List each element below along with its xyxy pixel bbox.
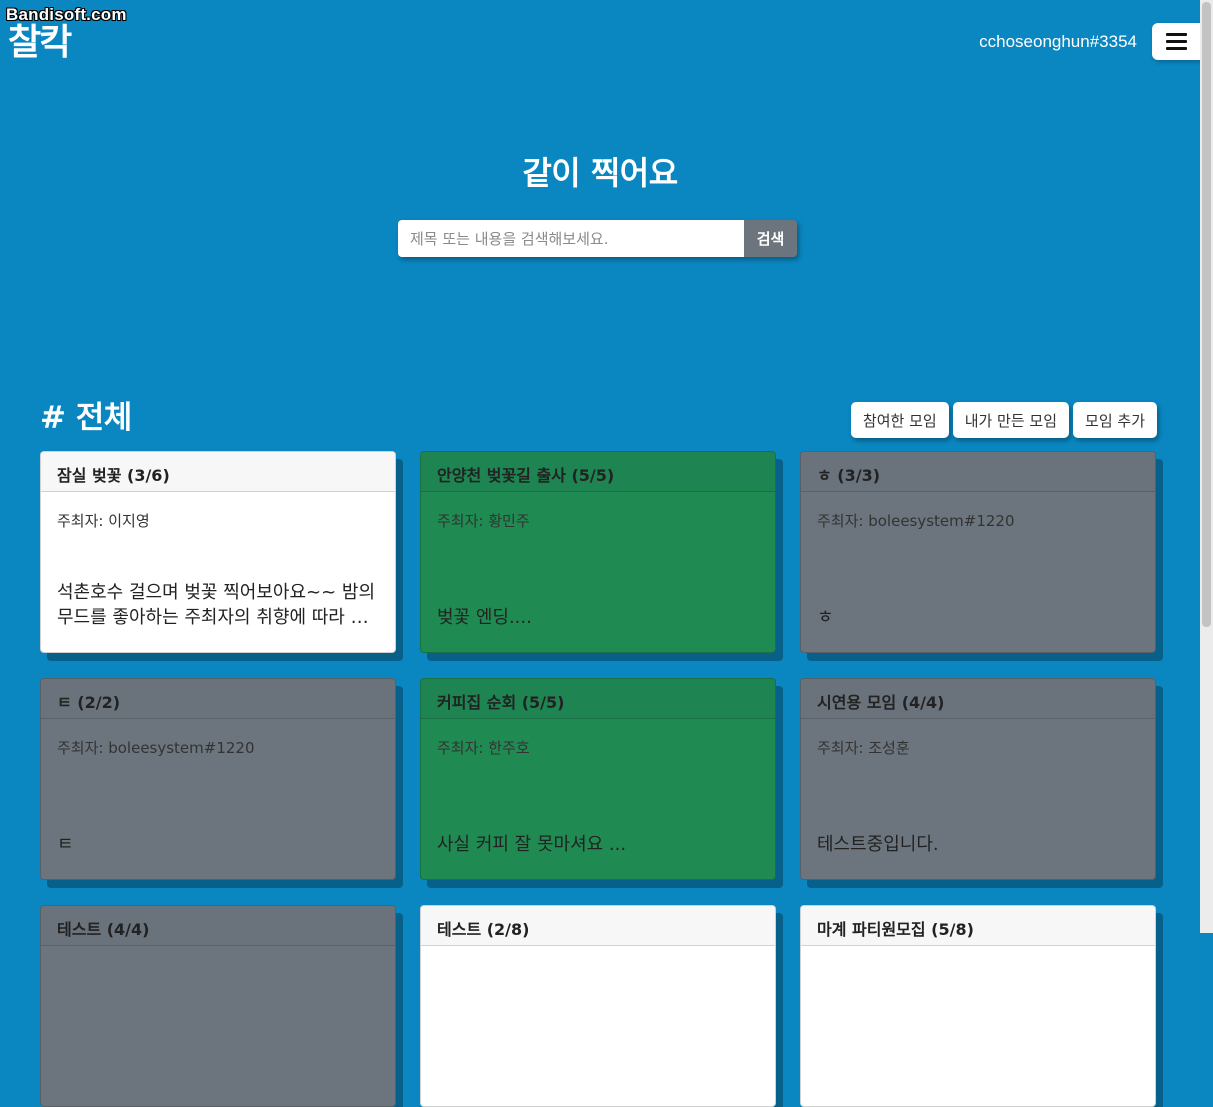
card-body <box>801 946 1155 1106</box>
card-host: 주최자: 황민주 <box>437 512 530 530</box>
card-host: 주최자: boleesystem#1220 <box>57 739 255 757</box>
card-title: 잠실 벚꽃 (3/6) <box>41 452 395 492</box>
card-body <box>421 946 775 1106</box>
group-card[interactable]: 마계 파티원모집 (5/8) <box>800 905 1156 1107</box>
card-description: 테스트중입니다. <box>817 834 939 855</box>
search-bar: 검색 <box>398 220 797 257</box>
card-body: 주최자: 황민주벚꽃 엔딩.... <box>421 492 775 652</box>
card-description: 사실 커피 잘 못마셔요 ... <box>437 834 627 855</box>
card-description: ㅎ <box>817 607 834 628</box>
card-title: 시연용 모임 (4/4) <box>801 679 1155 719</box>
scrollbar[interactable] <box>1200 0 1213 933</box>
card-title: 테스트 (2/8) <box>421 906 775 946</box>
card-body <box>41 946 395 1106</box>
username[interactable]: cchoseonghun#3354 <box>979 32 1137 52</box>
group-card[interactable]: 잠실 벚꽃 (3/6) 주최자: 이지영 석촌호수 걸으며 벚꽃 찍어보아요~~ 밤… <box>40 451 396 653</box>
section-title: # 전체 <box>40 400 132 436</box>
card-title: 안양천 벚꽃길 출사 (5/5) <box>421 452 775 492</box>
group-card[interactable]: ㅌ (2/2) 주최자: boleesystem#1220 ㅌ <box>40 678 396 880</box>
my-groups-button[interactable]: 내가 만든 모임 <box>952 402 1070 438</box>
scrollbar-thumb[interactable] <box>1202 2 1211 627</box>
hamburger-menu-button[interactable] <box>1152 23 1200 60</box>
card-body: 주최자: 조성훈테스트중입니다. <box>801 719 1155 879</box>
group-card[interactable]: ㅎ (3/3) 주최자: boleesystem#1220 ㅎ <box>800 451 1156 653</box>
card-host: 주최자: 한주호 <box>437 739 530 757</box>
card-body: 주최자: 한주호사실 커피 잘 못마셔요 ... <box>421 719 775 879</box>
group-card[interactable]: 테스트 (4/4) <box>40 905 396 1107</box>
group-card[interactable]: 커피집 순회 (5/5) 주최자: 한주호 사실 커피 잘 못마셔요 ... <box>420 678 776 880</box>
hamburger-icon <box>1165 33 1187 36</box>
group-card[interactable]: 시연용 모임 (4/4) 주최자: 조성훈 테스트중입니다. <box>800 678 1156 880</box>
add-group-button[interactable]: 모임 추가 <box>1073 402 1157 438</box>
card-title: ㅌ (2/2) <box>41 679 395 719</box>
card-description: ㅌ <box>57 834 74 855</box>
card-title: 테스트 (4/4) <box>41 906 395 946</box>
card-title: ㅎ (3/3) <box>801 452 1155 492</box>
card-description: 석촌호수 걸으며 벚꽃 찍어보아요~~ 밤의 무드를 좋아하는 주최자의 취향에… <box>57 582 376 628</box>
search-input[interactable] <box>398 220 744 257</box>
card-body: 주최자: 이지영석촌호수 걸으며 벚꽃 찍어보아요~~ 밤의 무드를 좋아하는 … <box>41 492 395 652</box>
watermark: Bandisoft.com <box>6 5 127 24</box>
page-title: 같이 찍어요 <box>522 154 678 192</box>
card-host: 주최자: boleesystem#1220 <box>817 512 1015 530</box>
group-card-grid: 잠실 벚꽃 (3/6) 주최자: 이지영 석촌호수 걸으며 벚꽃 찍어보아요~~ 밤… <box>40 451 1156 1107</box>
card-title: 마계 파티원모집 (5/8) <box>801 906 1155 946</box>
card-description: 벚꽃 엔딩.... <box>437 607 532 628</box>
card-host: 주최자: 조성훈 <box>817 739 910 757</box>
card-host: 주최자: 이지영 <box>57 512 150 530</box>
card-body: 주최자: boleesystem#1220 ㅎ <box>801 492 1155 652</box>
card-body: 주최자: boleesystem#1220 ㅌ <box>41 719 395 879</box>
filter-actions: 참여한 모임 내가 만든 모임 모임 추가 <box>850 402 1157 438</box>
group-card[interactable]: 테스트 (2/8) <box>420 905 776 1107</box>
joined-groups-button[interactable]: 참여한 모임 <box>850 402 949 438</box>
group-card[interactable]: 안양천 벚꽃길 출사 (5/5) 주최자: 황민주 벚꽃 엔딩.... <box>420 451 776 653</box>
card-title: 커피집 순회 (5/5) <box>421 679 775 719</box>
search-button[interactable]: 검색 <box>744 220 797 257</box>
